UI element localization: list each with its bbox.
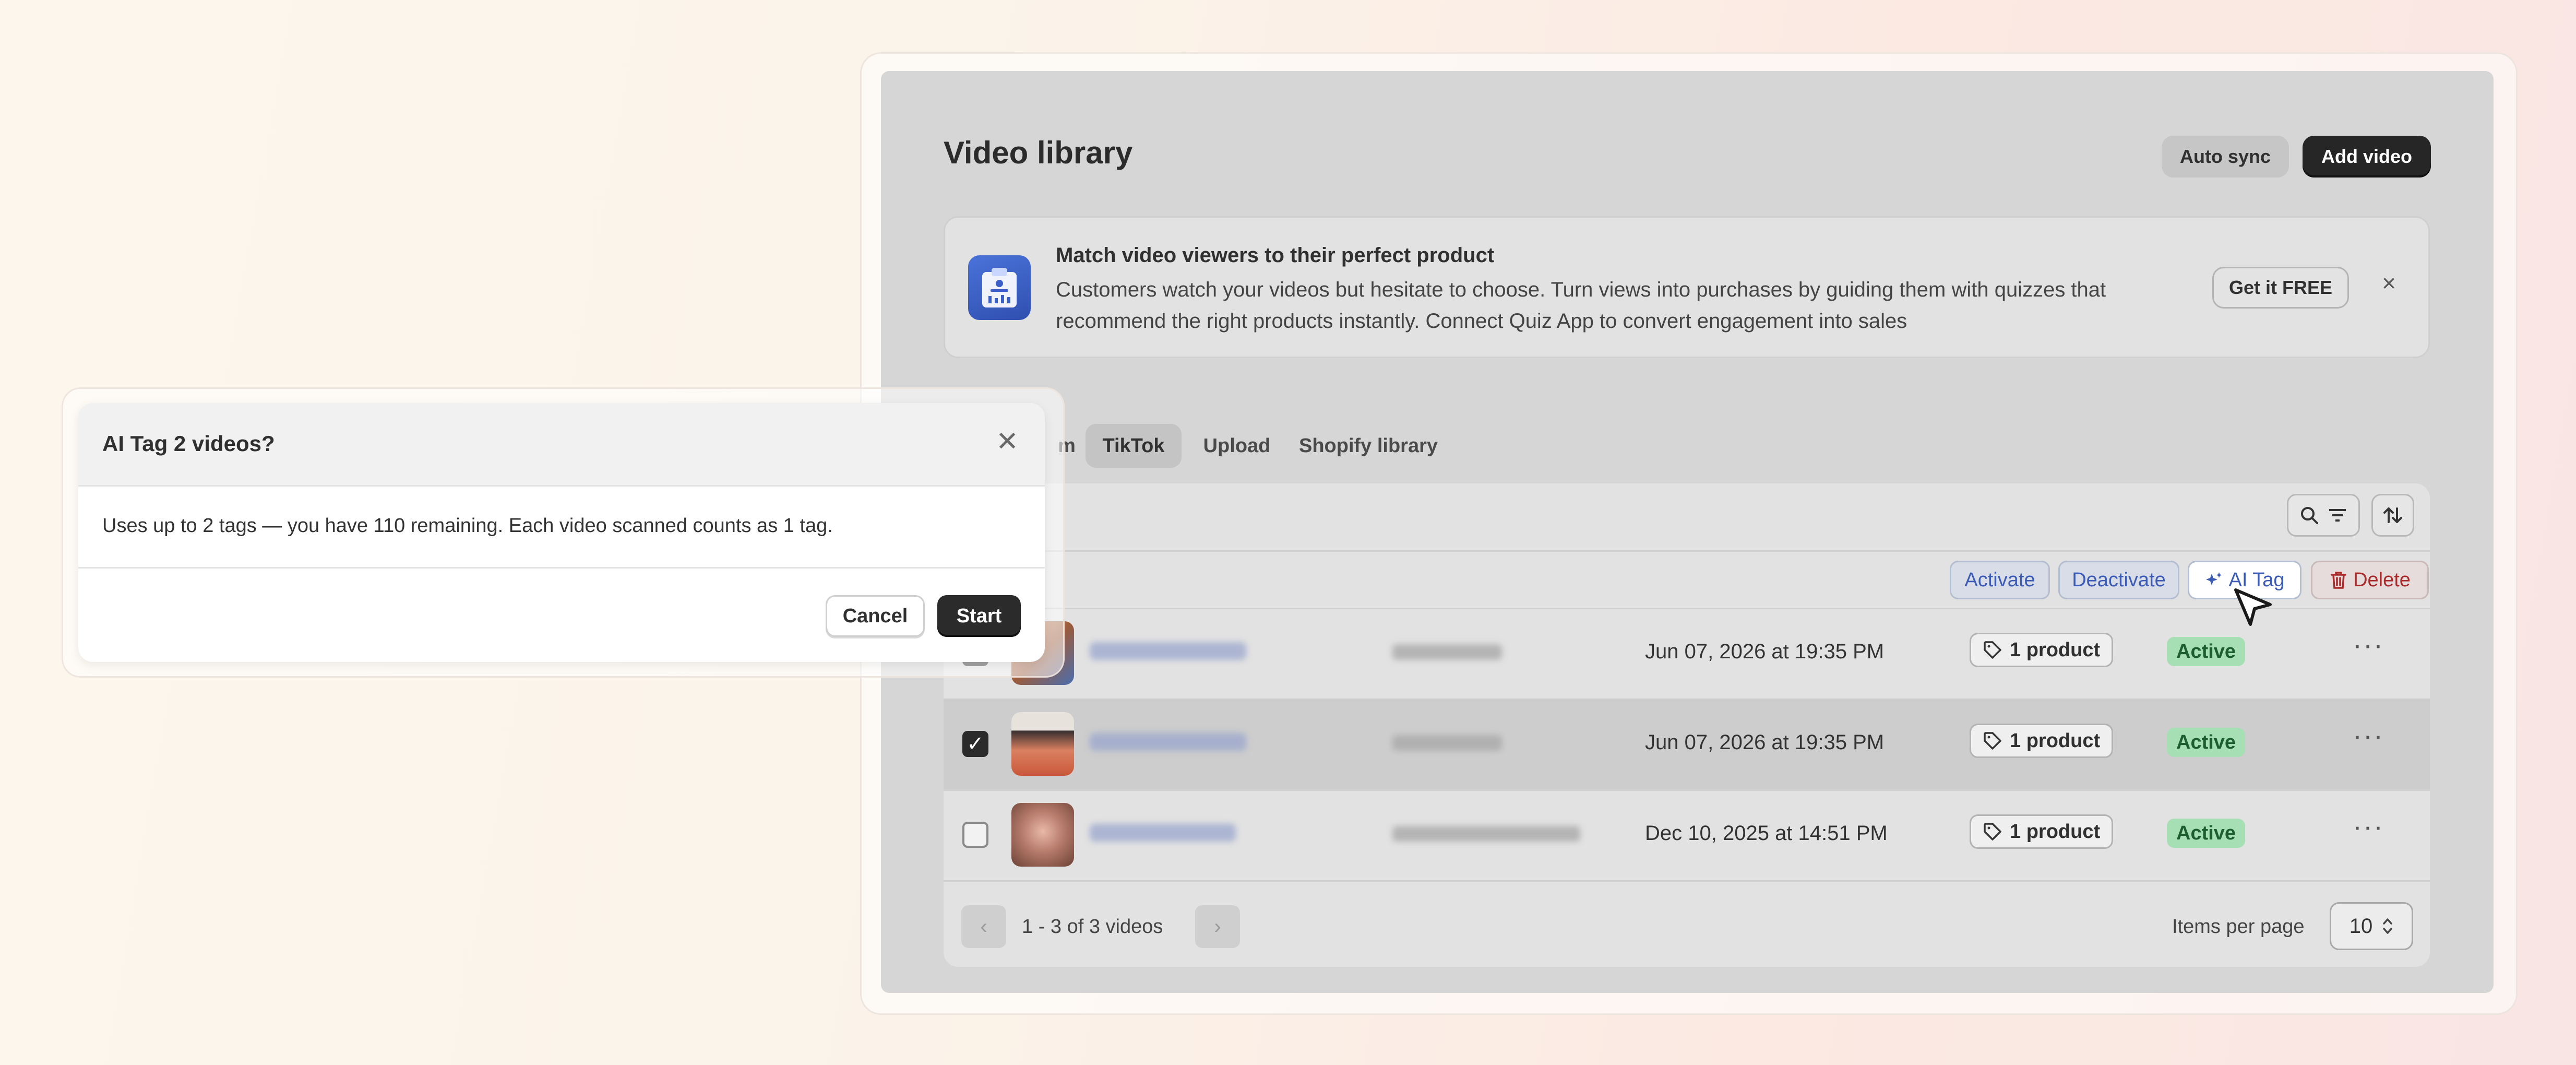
more-actions-icon[interactable]: ··· xyxy=(2353,629,2384,661)
activate-button[interactable]: Activate xyxy=(1950,561,2050,599)
trash-icon xyxy=(2331,572,2346,589)
video-thumbnail[interactable] xyxy=(1011,712,1074,776)
ai-tag-confirm-dialog: AI Tag 2 videos? ✕ Uses up to 2 tags — y… xyxy=(78,403,1045,662)
products-label: 1 product xyxy=(2010,638,2101,661)
tag-icon xyxy=(1984,823,2001,841)
prev-page-button[interactable]: ‹ xyxy=(961,905,1006,948)
sparkle-icon xyxy=(2206,572,2222,585)
pagination-range: 1 - 3 of 3 videos xyxy=(1022,916,1163,938)
table-row[interactable]: ✓ Jun 07, 2026 at 19:35 PM 1 product Act… xyxy=(944,699,2430,791)
dialog-body-text: Uses up to 2 tags — you have 110 remaini… xyxy=(102,515,833,537)
close-icon[interactable]: ✕ xyxy=(996,426,1019,457)
videos-table-card: elected Activate Deactivate AI Tag Delet… xyxy=(944,483,2430,967)
dialog-divider xyxy=(78,567,1045,569)
start-button[interactable]: Start xyxy=(937,595,1021,637)
banner-title: Match video viewers to their perfect pro… xyxy=(1056,244,1495,267)
search-filter-button[interactable] xyxy=(2287,494,2360,537)
more-actions-icon[interactable]: ··· xyxy=(2353,719,2384,752)
add-video-button[interactable]: Add video xyxy=(2303,136,2431,178)
video-author-blurred xyxy=(1392,826,1580,842)
table-footer: ‹ 1 - 3 of 3 videos › Items per page 10 xyxy=(944,882,2430,967)
table-row[interactable]: ✓ Jun 07, 2026 at 19:35 PM 1 product Act… xyxy=(944,608,2430,700)
banner-close-icon[interactable]: × xyxy=(2382,269,2396,297)
row-checkbox[interactable]: ✓ xyxy=(962,731,988,757)
next-page-button[interactable]: › xyxy=(1195,905,1240,948)
items-per-page-select[interactable]: 10 xyxy=(2330,902,2413,950)
video-title-blurred[interactable] xyxy=(1090,733,1246,751)
status-badge: Active xyxy=(2167,819,2246,848)
products-badge[interactable]: 1 product xyxy=(1970,814,2114,849)
video-thumbnail[interactable] xyxy=(1011,803,1074,867)
page-title: Video library xyxy=(944,135,1133,170)
table-toolbar xyxy=(944,483,2430,552)
row-checkbox[interactable] xyxy=(962,822,988,848)
sort-button[interactable] xyxy=(2371,494,2414,537)
banner-text: Customers watch your videos but hesitate… xyxy=(1056,278,2106,333)
tab-tiktok[interactable]: TikTok xyxy=(1086,424,1182,468)
products-label: 1 product xyxy=(2010,729,2101,752)
filter-icon xyxy=(2329,509,2346,522)
tab-shopify-library[interactable]: Shopify library xyxy=(1290,424,1447,468)
delete-button[interactable]: Delete xyxy=(2311,561,2429,599)
video-date: Jun 07, 2026 at 19:35 PM xyxy=(1645,731,1885,754)
deactivate-button[interactable]: Deactivate xyxy=(2058,561,2179,599)
search-icon xyxy=(2301,507,2318,524)
mouse-cursor-icon xyxy=(2234,588,2272,626)
items-per-page-value: 10 xyxy=(2349,914,2373,938)
tab-upload[interactable]: Upload xyxy=(1194,424,1280,468)
products-label: 1 product xyxy=(2010,820,2101,843)
chevron-up-down-icon xyxy=(2383,918,2392,934)
dialog-header: AI Tag 2 videos? ✕ xyxy=(78,403,1045,487)
tag-icon xyxy=(1984,641,2001,659)
products-badge[interactable]: 1 product xyxy=(1970,724,2114,758)
products-badge[interactable]: 1 product xyxy=(1970,633,2114,667)
cancel-button[interactable]: Cancel xyxy=(826,595,925,637)
video-title-blurred[interactable] xyxy=(1090,642,1246,660)
tag-icon xyxy=(1984,732,2001,750)
video-date: Dec 10, 2025 at 14:51 PM xyxy=(1645,822,1888,845)
video-author-blurred xyxy=(1392,644,1502,660)
video-author-blurred xyxy=(1392,735,1502,751)
video-date: Jun 07, 2026 at 19:35 PM xyxy=(1645,640,1885,663)
promo-banner: Match video viewers to their perfect pro… xyxy=(944,216,2430,358)
video-library-page: Video library Auto sync Add video Match … xyxy=(881,71,2494,993)
delete-label: Delete xyxy=(2353,569,2411,591)
items-per-page-label: Items per page xyxy=(2172,916,2305,938)
bulk-actions-bar: elected Activate Deactivate AI Tag Delet… xyxy=(944,550,2430,609)
dialog-title: AI Tag 2 videos? xyxy=(102,431,275,456)
more-actions-icon[interactable]: ··· xyxy=(2353,810,2384,843)
status-badge: Active xyxy=(2167,637,2246,666)
video-title-blurred[interactable] xyxy=(1090,824,1236,842)
get-it-free-button[interactable]: Get it FREE xyxy=(2212,267,2349,309)
sort-icon xyxy=(2383,507,2402,523)
table-row[interactable]: Dec 10, 2025 at 14:51 PM 1 product Activ… xyxy=(944,789,2430,882)
quiz-app-icon xyxy=(968,255,1031,320)
auto-sync-button[interactable]: Auto sync xyxy=(2162,136,2289,178)
status-badge: Active xyxy=(2167,728,2246,757)
